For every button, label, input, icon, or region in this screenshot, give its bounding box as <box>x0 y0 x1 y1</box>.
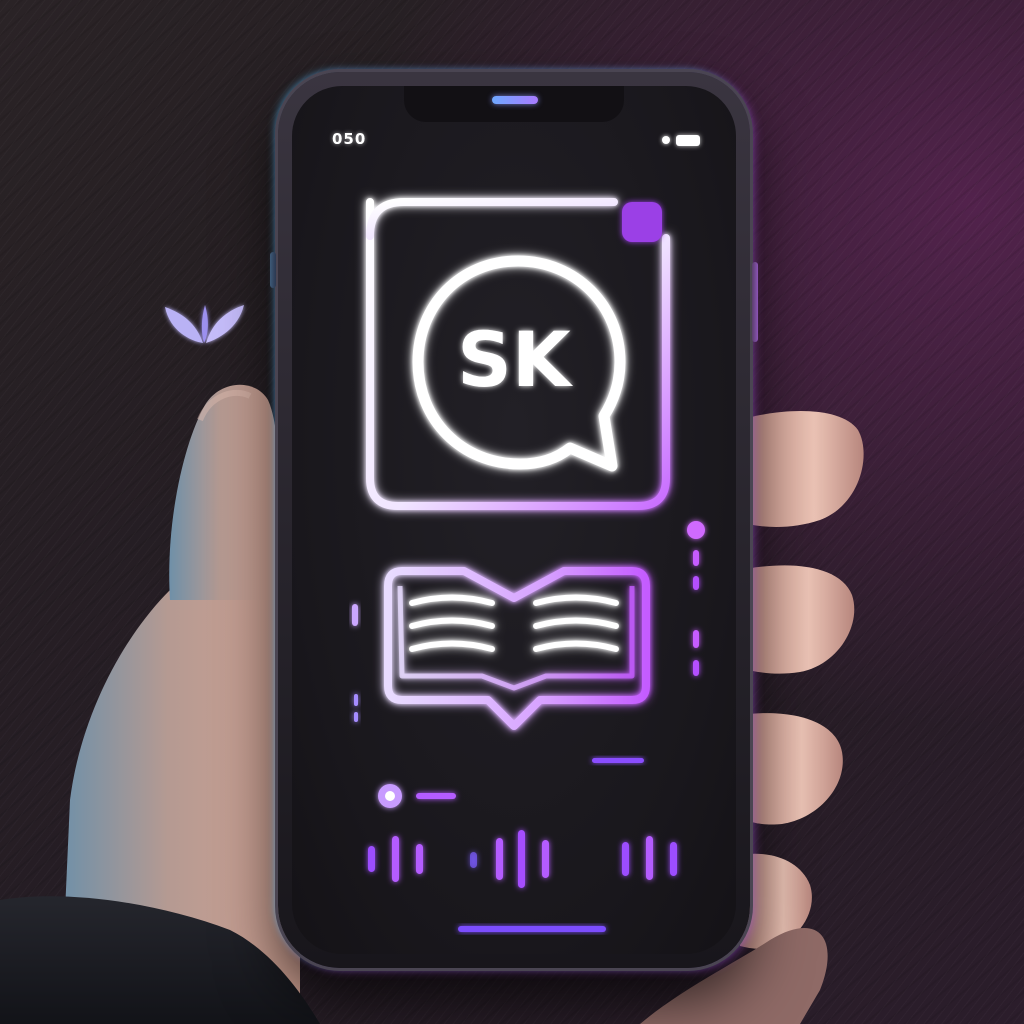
audio-waveform-icon <box>368 830 677 888</box>
smartphone: 050 SK <box>270 72 758 968</box>
playback-slider <box>378 784 456 808</box>
home-indicator <box>458 926 606 932</box>
power-button[interactable] <box>752 262 758 342</box>
accent-line <box>592 758 644 763</box>
right-indicator <box>687 521 705 676</box>
open-book-chat-icon <box>384 567 650 730</box>
app-screen-graphics: SK <box>352 198 705 932</box>
phone-screen: 050 SK <box>292 86 736 954</box>
left-indicator <box>352 604 358 722</box>
notification-badge <box>622 202 662 242</box>
app-logo-text: SK <box>457 315 574 404</box>
volume-up-button[interactable] <box>270 252 276 288</box>
